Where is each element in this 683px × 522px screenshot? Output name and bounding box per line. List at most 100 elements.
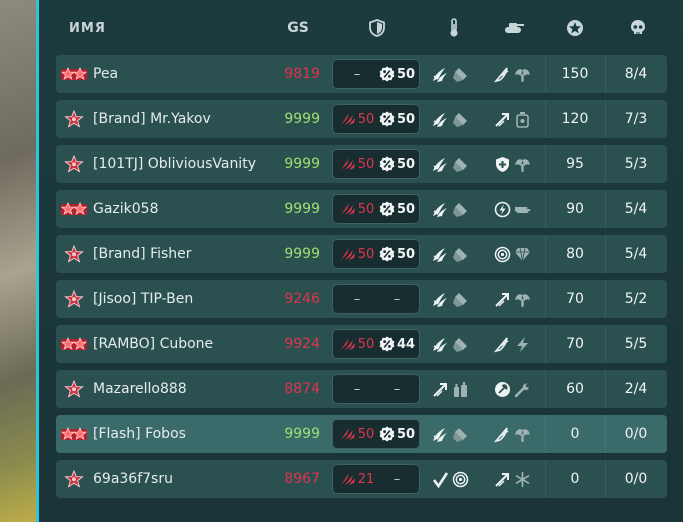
player-name: Gazik058 (93, 201, 159, 217)
modifier-left: – (337, 375, 377, 403)
player-row[interactable]: [Flash] Fobos 9999 50 50 0 0/0 (56, 415, 667, 453)
double-rank-icon (60, 335, 88, 353)
arrow-icon (494, 111, 511, 128)
score-value: 60 (566, 381, 584, 397)
scoreboard-panel: ИМЯ GS Pea 9819 – 50 150 8/4 [Brand] Mr.Yakov 9… (36, 0, 683, 522)
kills-deaths-value: 5/5 (624, 336, 648, 352)
shield-plus-icon (494, 156, 511, 173)
equipment-group (432, 289, 469, 309)
tank-module-group (494, 379, 531, 399)
kills-deaths-value: 5/4 (624, 246, 648, 262)
modifier-box: 50 50 (332, 239, 420, 269)
equipment-group (432, 109, 469, 129)
modifier-left: 50 (337, 420, 377, 448)
modifier-right: – (377, 375, 417, 403)
modifier-left: 50 (337, 195, 377, 223)
arrow-icon (432, 381, 449, 398)
score-value: 120 (561, 111, 589, 127)
percent-badge-icon (379, 156, 395, 172)
modifier-box: 21 – (332, 464, 420, 494)
modifier-right-value: 50 (396, 426, 416, 442)
gear-score: 9924 (284, 336, 320, 352)
red-wing-icon (340, 202, 356, 216)
modifier-right-value: 44 (396, 336, 416, 352)
player-row[interactable]: [101TJ] ObliviousVanity 9999 50 50 95 5/3 (56, 145, 667, 183)
gear-score: 9999 (284, 111, 320, 127)
wing-boost-icon (432, 66, 449, 83)
score-value: 70 (566, 336, 584, 352)
player-row[interactable]: Gazik058 9999 50 50 90 5/4 (56, 190, 667, 228)
wrench-icon (514, 381, 531, 398)
sheriff-star-icon (562, 16, 588, 40)
rank-badge (60, 423, 88, 445)
modifier-box: 50 50 (332, 419, 420, 449)
modifier-left: 21 (337, 465, 377, 493)
player-row[interactable]: [Brand] Mr.Yakov 9999 50 50 120 7/3 (56, 100, 667, 138)
tank-module-group (494, 109, 531, 129)
rank-badge (60, 333, 88, 355)
wing-boost-icon (432, 291, 449, 308)
gear-score: 9999 (284, 426, 320, 442)
player-row[interactable]: [Jisoo] TIP-Ben 9246– –70 5/2 (56, 280, 667, 318)
player-row[interactable]: [RAMBO] Cubone 9924 50 44 70 5/5 (56, 325, 667, 363)
player-row[interactable]: Mazarello888 8874– –60 2/4 (56, 370, 667, 408)
single-rank-icon (63, 245, 85, 263)
shield-icon (364, 16, 390, 40)
rank-badge (60, 108, 88, 130)
kills-deaths-value: 7/3 (624, 111, 648, 127)
modifier-left: – (337, 60, 377, 88)
rank-badge (60, 198, 88, 220)
percent-badge-icon (379, 111, 395, 127)
equipment-group (432, 154, 469, 174)
gs-column-header: GS (287, 20, 309, 36)
score-value: 70 (566, 291, 584, 307)
modifier-right: 44 (377, 330, 417, 358)
scoreboard-header: ИМЯ GS (39, 0, 683, 54)
ammo-icon (452, 111, 469, 128)
tank-module-group (494, 64, 531, 84)
player-name: Mazarello888 (93, 381, 187, 397)
ammo-icon (452, 246, 469, 263)
single-rank-icon (63, 380, 85, 398)
rank-badge (60, 153, 88, 175)
player-row[interactable]: [Brand] Fisher 9999 50 50 80 5/4 (56, 235, 667, 273)
modifier-box: 50 50 (332, 149, 420, 179)
equipment-group (432, 64, 469, 84)
kills-deaths-value: 2/4 (624, 381, 648, 397)
modifier-right: 50 (377, 60, 417, 88)
modifier-box: – 50 (332, 59, 420, 89)
player-name: [Brand] Mr.Yakov (93, 111, 211, 127)
percent-badge-icon (379, 246, 395, 262)
modifier-right-value: 50 (396, 66, 416, 82)
single-rank-icon (63, 110, 85, 128)
single-rank-icon (63, 470, 85, 488)
check-icon (432, 471, 449, 488)
kills-deaths-value: 5/3 (624, 156, 648, 172)
gear-score: 8967 (284, 471, 320, 487)
modifier-right-value: 50 (396, 246, 416, 262)
wing-icon (494, 66, 511, 83)
modifier-right-value: 50 (396, 156, 416, 172)
modifier-left-value: 50 (357, 336, 375, 352)
modifier-left-value: 50 (357, 111, 375, 127)
modifier-left-value: 50 (357, 246, 375, 262)
equipment-group (432, 379, 471, 399)
score-value: 80 (566, 246, 584, 262)
rank-badge (60, 378, 88, 400)
modifier-right: 50 (377, 240, 417, 268)
tank-icon (501, 16, 527, 40)
background-scenery (0, 0, 36, 522)
red-wing-icon (340, 112, 356, 126)
lightning-circle-icon (494, 201, 511, 218)
modifier-left-value: – (353, 291, 361, 307)
player-row[interactable]: 69a36f7sru 8967 21 – 0 0/0 (56, 460, 667, 498)
rank-badge (60, 243, 88, 265)
player-name: [Brand] Fisher (93, 246, 192, 262)
red-wing-icon (340, 157, 356, 171)
thermometer-icon (441, 16, 467, 40)
gear-score: 9999 (284, 246, 320, 262)
player-row[interactable]: Pea 9819 – 50 150 8/4 (56, 55, 667, 93)
rank-badge (60, 63, 88, 85)
score-value: 150 (561, 66, 589, 82)
score-value: 0 (570, 426, 580, 442)
